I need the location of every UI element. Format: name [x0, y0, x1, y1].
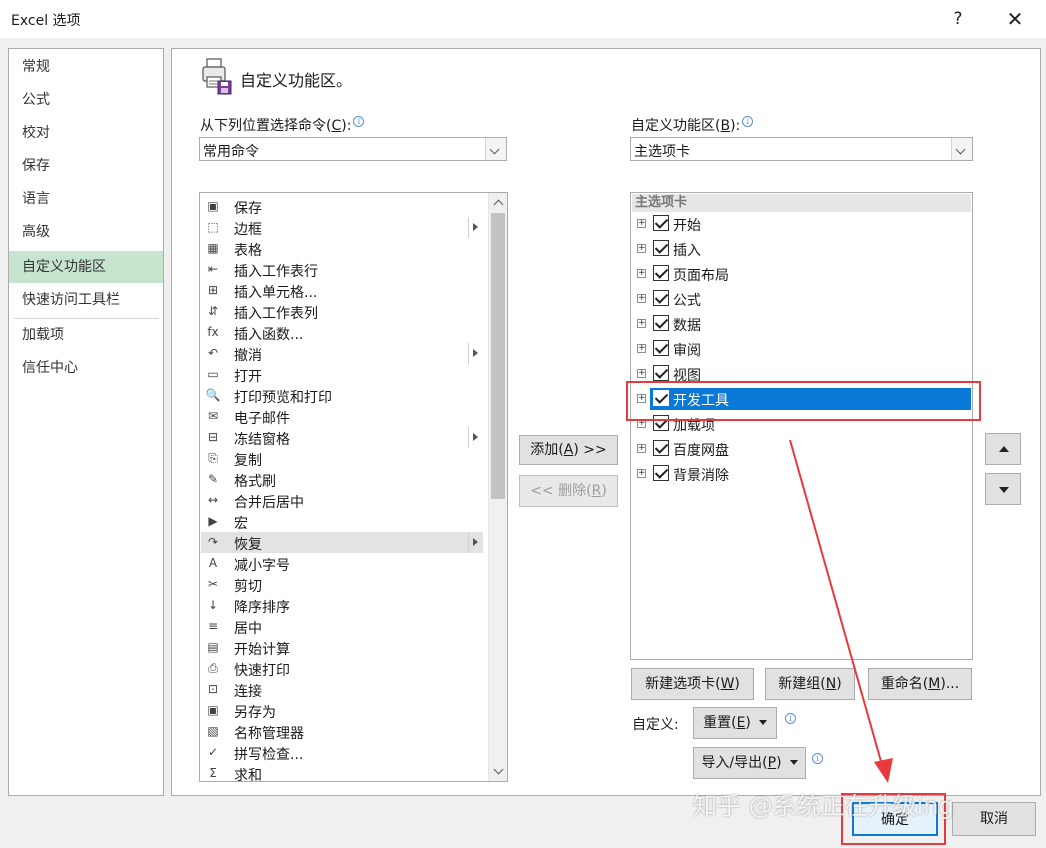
- annotation-arrow: [789, 439, 893, 783]
- watermark: 知乎 @系统正在升级ing: [693, 792, 954, 820]
